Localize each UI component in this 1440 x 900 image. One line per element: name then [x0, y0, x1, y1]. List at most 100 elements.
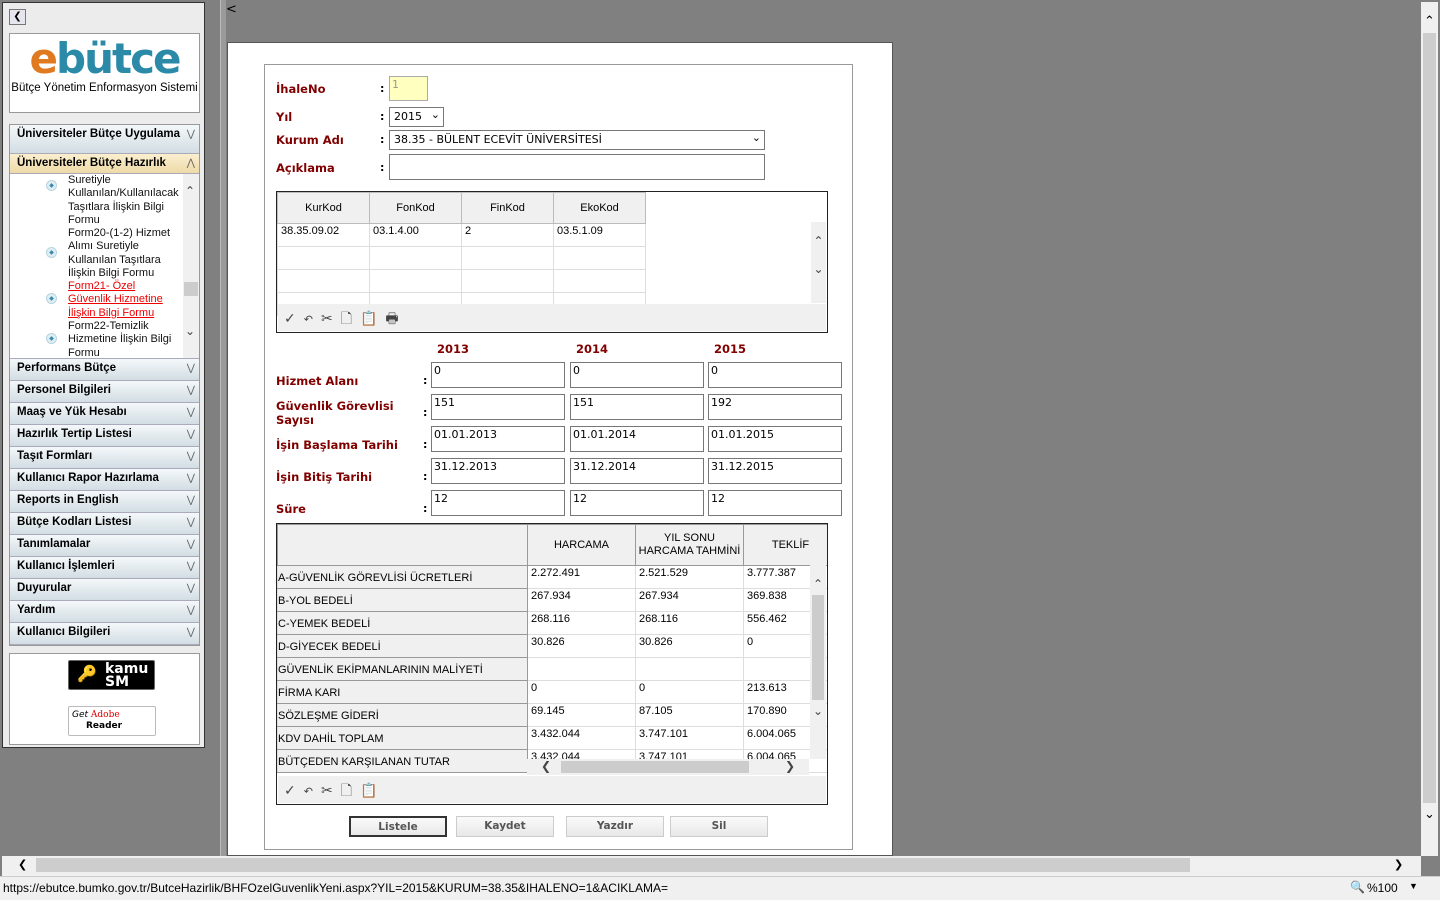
scroll-thumb[interactable]	[1423, 33, 1436, 803]
year-value-input[interactable]: 31.12.2013	[431, 458, 565, 484]
frame-toggle[interactable]: <	[226, 2, 237, 17]
year-value-input[interactable]: 31.12.2014	[570, 458, 704, 484]
aciklama-input[interactable]	[389, 154, 765, 180]
ihale-no-input[interactable]: 1	[389, 76, 428, 101]
scroll-up-icon[interactable]: ⌃	[1421, 14, 1438, 29]
undo-icon[interactable]: ↶	[304, 313, 321, 326]
submenu-item-active[interactable]: Form21- Özel Güvenlik Hizmetine İlişkin …	[68, 280, 180, 320]
menu-item[interactable]: Taşıt Formları ⋁	[10, 447, 199, 469]
scroll-left-icon[interactable]: ❮	[18, 858, 27, 871]
scroll-thumb[interactable]	[812, 595, 824, 700]
table-cell[interactable]	[461, 246, 554, 270]
table-cell[interactable]: 69.145	[527, 703, 636, 727]
kurum-select[interactable]: 38.35 - BÜLENT ECEVİT ÜNİVERSİTESİ ⌄	[389, 130, 765, 150]
scroll-down-icon[interactable]: ⌄	[1421, 807, 1438, 822]
column-header[interactable]: TEKLİF	[743, 524, 827, 566]
year-value-input[interactable]: 01.01.2013	[431, 426, 565, 452]
table-cell[interactable]: 38.35.09.02	[277, 223, 370, 247]
scroll-thumb[interactable]	[561, 761, 749, 773]
table-cell[interactable]: 0	[635, 680, 744, 704]
scroll-down-icon[interactable]: ⌄	[811, 262, 826, 276]
kaydet-button[interactable]: Kaydet	[456, 816, 554, 837]
sil-button[interactable]: Sil	[670, 816, 768, 837]
year-value-input[interactable]: 151	[570, 394, 704, 420]
page-vertical-scrollbar[interactable]: ⌃ ⌄	[1421, 2, 1438, 856]
menu-item[interactable]: Reports in English ⋁	[10, 491, 199, 513]
listele-button[interactable]: Listele	[349, 816, 447, 837]
table-cell[interactable]: 268.116	[527, 611, 636, 635]
scroll-down-icon[interactable]: ⌄	[185, 324, 195, 338]
table-cell[interactable]: 03.1.4.00	[369, 223, 462, 247]
codes-grid-scrollbar[interactable]: ⌃ ⌄	[811, 222, 826, 303]
undo-icon[interactable]: ↶	[304, 785, 321, 798]
year-value-input[interactable]: 01.01.2015	[708, 426, 842, 452]
table-cell[interactable]: 3.432.044	[527, 726, 636, 750]
year-value-input[interactable]: 0	[431, 362, 565, 388]
year-value-input[interactable]: 12	[431, 490, 565, 516]
check-icon[interactable]: ✓	[284, 783, 304, 799]
column-header[interactable]: HARCAMA	[527, 524, 636, 566]
table-cell[interactable]: 3.747.101	[635, 726, 744, 750]
menu-item[interactable]: Personel Bilgileri ⋁	[10, 381, 199, 403]
table-cell[interactable]: 03.5.1.09	[553, 223, 646, 247]
menu-item[interactable]: Performans Bütçe ⋁	[10, 359, 199, 381]
table-cell[interactable]: 267.934	[527, 588, 636, 612]
scroll-up-icon[interactable]: ⌃	[810, 577, 826, 591]
paste-icon[interactable]: 📋	[360, 311, 385, 327]
print-icon[interactable]: 🖶	[385, 311, 406, 327]
table-cell[interactable]: 2.521.529	[635, 565, 744, 589]
page-horizontal-scrollbar[interactable]: ❮ ❯	[2, 856, 1421, 876]
table-cell[interactable]: 87.105	[635, 703, 744, 727]
scroll-right-icon[interactable]: ❯	[1394, 858, 1403, 871]
column-header[interactable]: YIL SONU HARCAMA TAHMİNİ	[635, 524, 744, 566]
submenu-item[interactable]: Form22-Temizlik Hizmetine İlişkin Bilgi …	[68, 320, 180, 358]
check-icon[interactable]: ✓	[284, 311, 304, 327]
table-cell[interactable]	[277, 269, 370, 293]
menu-item[interactable]: Kullanıcı İşlemleri ⋁	[10, 557, 199, 579]
year-value-input[interactable]: 0	[570, 362, 704, 388]
cut-icon[interactable]: ✂	[321, 311, 341, 327]
column-header[interactable]: KurKod	[277, 192, 370, 224]
table-cell[interactable]: 268.116	[635, 611, 744, 635]
menu-item[interactable]: Maaş ve Yük Hesabı ⋁	[10, 403, 199, 425]
menu-item[interactable]: Kullanıcı Rapor Hazırlama ⋁	[10, 469, 199, 491]
menu-item[interactable]: Hazırlık Tertip Listesi ⋁	[10, 425, 199, 447]
column-header[interactable]: FonKod	[369, 192, 462, 224]
table-cell[interactable]: 2.272.491	[527, 565, 636, 589]
kamusm-badge[interactable]: 🔑 kamu SM	[68, 660, 155, 690]
menu-item[interactable]: Bütçe Kodları Listesi ⋁	[10, 513, 199, 535]
menu-item[interactable]: Kullanıcı Bilgileri ⋁	[10, 623, 199, 645]
menu-item-universiteler-butce-uygulama[interactable]: Üniversiteler Bütçe Uygulama ⋁	[10, 125, 199, 154]
table-cell[interactable]	[461, 269, 554, 293]
scroll-down-icon[interactable]: ⌄	[810, 704, 826, 718]
copy-icon[interactable]: 🗋	[341, 311, 360, 327]
submenu-item[interactable]: Suretiyle Kullanılan/Kullanılacak Taşıtl…	[68, 174, 180, 227]
table-cell[interactable]: 0	[527, 680, 636, 704]
zoom-icon[interactable]: 🔍	[1350, 880, 1365, 894]
scroll-up-icon[interactable]: ⌃	[185, 184, 195, 198]
menu-item-universiteler-butce-hazirlik[interactable]: Üniversiteler Bütçe Hazırlık ⋀	[10, 154, 199, 174]
year-value-input[interactable]: 12	[708, 490, 842, 516]
cost-grid-scrollbar[interactable]: ⌃ ⌄	[810, 565, 826, 759]
table-cell[interactable]: 30.826	[635, 634, 744, 658]
submenu-scrollbar[interactable]: ⌃ ⌄	[183, 174, 199, 358]
year-value-input[interactable]: 0	[708, 362, 842, 388]
table-cell[interactable]	[635, 657, 744, 681]
year-value-input[interactable]: 31.12.2015	[708, 458, 842, 484]
yil-select[interactable]: 2015 ⌄	[389, 107, 444, 127]
frame-splitter[interactable]	[220, 0, 226, 856]
table-cell[interactable]	[553, 246, 646, 270]
submenu-item[interactable]: Form20-(1-2) Hizmet Alımı Suretiyle Kull…	[68, 227, 180, 280]
table-cell[interactable]	[369, 269, 462, 293]
scroll-thumb[interactable]	[36, 858, 1190, 872]
table-cell[interactable]: 267.934	[635, 588, 744, 612]
cut-icon[interactable]: ✂	[321, 783, 341, 799]
column-header[interactable]: EkoKod	[553, 192, 646, 224]
adobe-reader-badge[interactable]: Get Adobe Reader	[68, 706, 156, 736]
year-value-input[interactable]: 192	[708, 394, 842, 420]
table-cell[interactable]	[553, 269, 646, 293]
table-cell[interactable]	[369, 246, 462, 270]
cost-grid-hscrollbar[interactable]: ❮ ❯	[527, 759, 809, 775]
column-header[interactable]: FinKod	[461, 192, 554, 224]
zoom-level[interactable]: %100	[1367, 881, 1398, 895]
